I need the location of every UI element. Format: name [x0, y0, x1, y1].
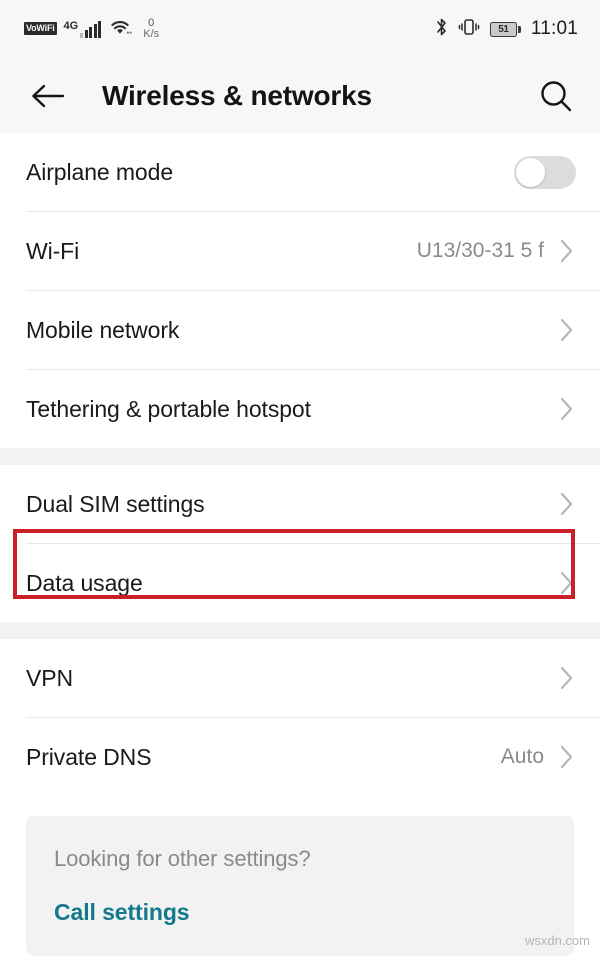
vibrate-icon: [458, 17, 480, 42]
call-settings-link[interactable]: Call settings: [54, 899, 546, 926]
settings-row-label: VPN: [26, 664, 73, 691]
chevron-right-icon: [556, 396, 578, 422]
settings-row-label: Data usage: [26, 569, 143, 596]
chevron-right-icon: [556, 238, 578, 264]
settings-row-mobile-network[interactable]: Mobile network: [0, 291, 600, 369]
settings-row-wifi[interactable]: Wi-Fi U13/30-31 5 f: [0, 212, 600, 290]
status-bar-left: VoWiFi 4G 0 K/s: [24, 18, 159, 41]
search-icon[interactable]: [534, 74, 578, 118]
settings-row-data-usage[interactable]: Data usage: [0, 529, 600, 622]
status-bar: VoWiFi 4G 0 K/s 51 11:01: [0, 0, 600, 58]
signal-bars-icon: [80, 21, 102, 38]
battery-level-label: 51: [498, 23, 509, 35]
settings-row-label: Airplane mode: [26, 158, 174, 185]
section-gap: [0, 448, 600, 465]
settings-row-vpn[interactable]: VPN: [0, 639, 600, 717]
chevron-right-icon: [556, 491, 578, 517]
airplane-mode-toggle[interactable]: [514, 155, 576, 189]
chevron-right-icon: [556, 744, 578, 770]
settings-row-dual-sim-settings[interactable]: Dual SIM settings: [0, 465, 600, 543]
other-settings-question: Looking for other settings?: [54, 846, 311, 871]
network-type-label: 4G: [63, 20, 79, 32]
settings-row-value: U13/30-31 5 f: [416, 239, 544, 262]
settings-row-label: Mobile network: [26, 316, 180, 343]
bluetooth-icon: [435, 17, 448, 42]
clock: 11:01: [530, 18, 578, 39]
settings-section-vpn-dns: VPN Private DNS Auto: [0, 639, 600, 796]
settings-row-label: Tethering & portable hotspot: [26, 395, 311, 422]
status-bar-right: 51 11:01: [435, 17, 578, 42]
chevron-right-icon: [556, 665, 578, 691]
settings-row-airplane-mode[interactable]: Airplane mode: [0, 133, 600, 211]
settings-section-network: Airplane mode Wi-Fi U13/30-31 5 f Mobile…: [0, 133, 600, 448]
back-arrow-icon[interactable]: [26, 74, 70, 118]
watermark: wsxdn.com: [524, 933, 590, 948]
settings-section-sim-data: Dual SIM settings Data usage: [0, 465, 600, 622]
footer-area: Looking for other settings? Call setting…: [0, 796, 600, 956]
app-bar: Wireless & networks: [0, 58, 600, 133]
data-rate-indicator: 0 K/s: [143, 18, 159, 40]
other-settings-card: Looking for other settings? Call setting…: [26, 816, 574, 956]
settings-row-label: Dual SIM settings: [26, 490, 205, 517]
wifi-icon: [108, 18, 132, 41]
cellular-signal-icon: 4G: [63, 20, 102, 38]
settings-row-label: Private DNS: [26, 743, 152, 770]
page-title: Wireless & networks: [102, 79, 372, 111]
vowifi-icon: VoWiFi: [24, 21, 57, 35]
settings-row-private-dns[interactable]: Private DNS Auto: [0, 718, 600, 796]
chevron-right-icon: [556, 570, 578, 596]
section-gap: [0, 622, 600, 639]
settings-row-label: Wi-Fi: [26, 237, 80, 264]
data-rate-unit: K/s: [143, 28, 160, 40]
battery-icon: 51: [489, 21, 521, 37]
settings-row-tethering[interactable]: Tethering & portable hotspot: [0, 370, 600, 448]
chevron-right-icon: [556, 317, 578, 343]
settings-row-value: Auto: [500, 745, 544, 768]
phone-screen: VoWiFi 4G 0 K/s 51 11:01 Wireless & netw…: [0, 0, 600, 956]
